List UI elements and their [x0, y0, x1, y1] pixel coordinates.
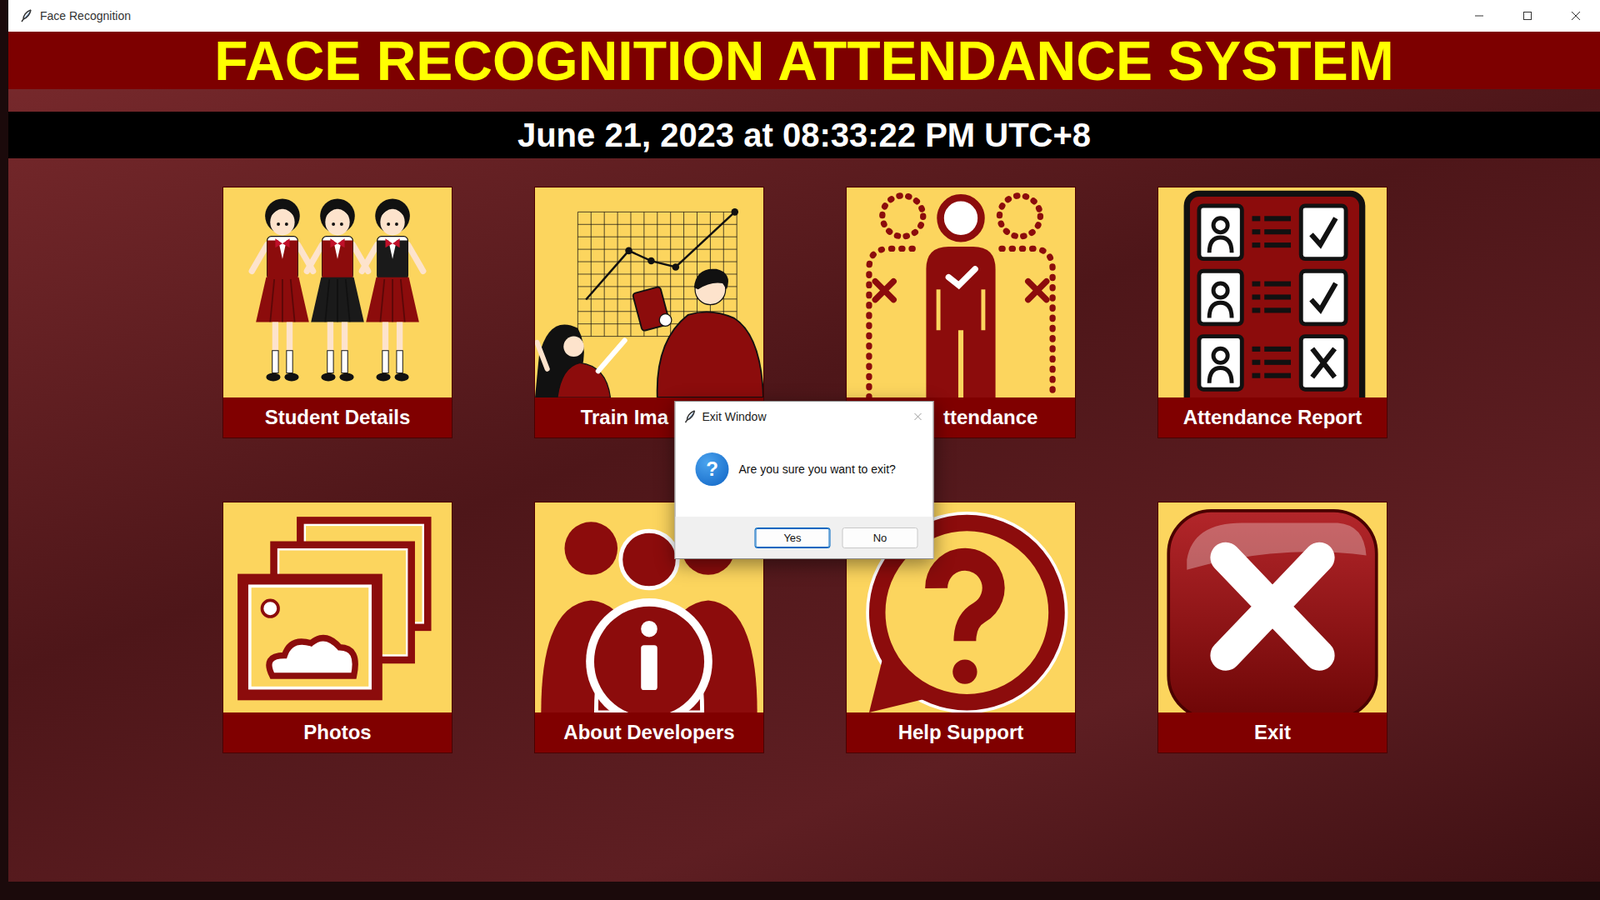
menu-tile[interactable]: Attendance Report: [1157, 186, 1388, 439]
tile-label: Exit: [1158, 712, 1387, 753]
tile-art: [535, 187, 764, 398]
minimize-button[interactable]: [1455, 0, 1504, 32]
tile-art: [223, 502, 452, 713]
exit-dialog: Exit Window ? Are you sure you want to e…: [675, 400, 935, 560]
tile-art: [1158, 187, 1387, 398]
tile-label: About Developers: [535, 712, 764, 753]
maximize-icon: [1522, 10, 1533, 21]
question-icon: ?: [695, 452, 730, 486]
menu-tile[interactable]: Photos: [222, 501, 453, 754]
menu-tile[interactable]: Exit: [1157, 501, 1388, 754]
training-icon: [535, 187, 764, 398]
clock-bar: June 21, 2023 at 08:33:22 PM UTC+8: [8, 111, 1600, 159]
students-icon: [223, 187, 452, 398]
feather-icon: [20, 9, 34, 23]
close-icon: [1570, 10, 1581, 21]
minimize-icon: [1474, 10, 1485, 21]
app-header: FACE RECOGNITION ATTENDANCE SYSTEM: [8, 31, 1600, 90]
title-bar: Face Recognition: [8, 0, 1600, 32]
maximize-button[interactable]: [1503, 0, 1552, 32]
window-controls: [1455, 0, 1600, 32]
exit-icon: [1158, 502, 1387, 713]
dialog-button[interactable]: Yes: [755, 527, 831, 549]
close-button[interactable]: [1551, 0, 1600, 32]
dialog-footer: Yes No: [675, 516, 934, 559]
screen: Face Recognition FACE RECOGNITION ATTEND…: [0, 0, 1600, 900]
tile-label: Student Details: [223, 397, 452, 438]
dialog-message: Are you sure you want to exit?: [739, 462, 896, 476]
tile-label: Photos: [223, 712, 452, 753]
dialog-body: ? Are you sure you want to exit?: [675, 431, 934, 517]
menu-tile[interactable]: Student Details: [222, 186, 453, 439]
tile-art: [223, 187, 452, 398]
dialog-close-button[interactable]: [903, 412, 934, 421]
tile-label: Help Support: [846, 712, 1075, 753]
dialog-title: Exit Window: [702, 410, 767, 424]
tile-label: Attendance Report: [1158, 397, 1387, 438]
photos-icon: [223, 502, 452, 713]
dialog-button[interactable]: No: [842, 527, 919, 549]
window-title: Face Recognition: [40, 9, 131, 23]
report-icon: [1158, 187, 1387, 398]
app-window: Face Recognition FACE RECOGNITION ATTEND…: [8, 0, 1600, 882]
close-icon: [914, 412, 923, 421]
tile-art: [846, 187, 1075, 398]
attendance-icon: [846, 187, 1075, 398]
dialog-title-bar: Exit Window: [675, 401, 934, 432]
feather-icon: [684, 410, 698, 424]
tile-art: [1158, 502, 1387, 713]
